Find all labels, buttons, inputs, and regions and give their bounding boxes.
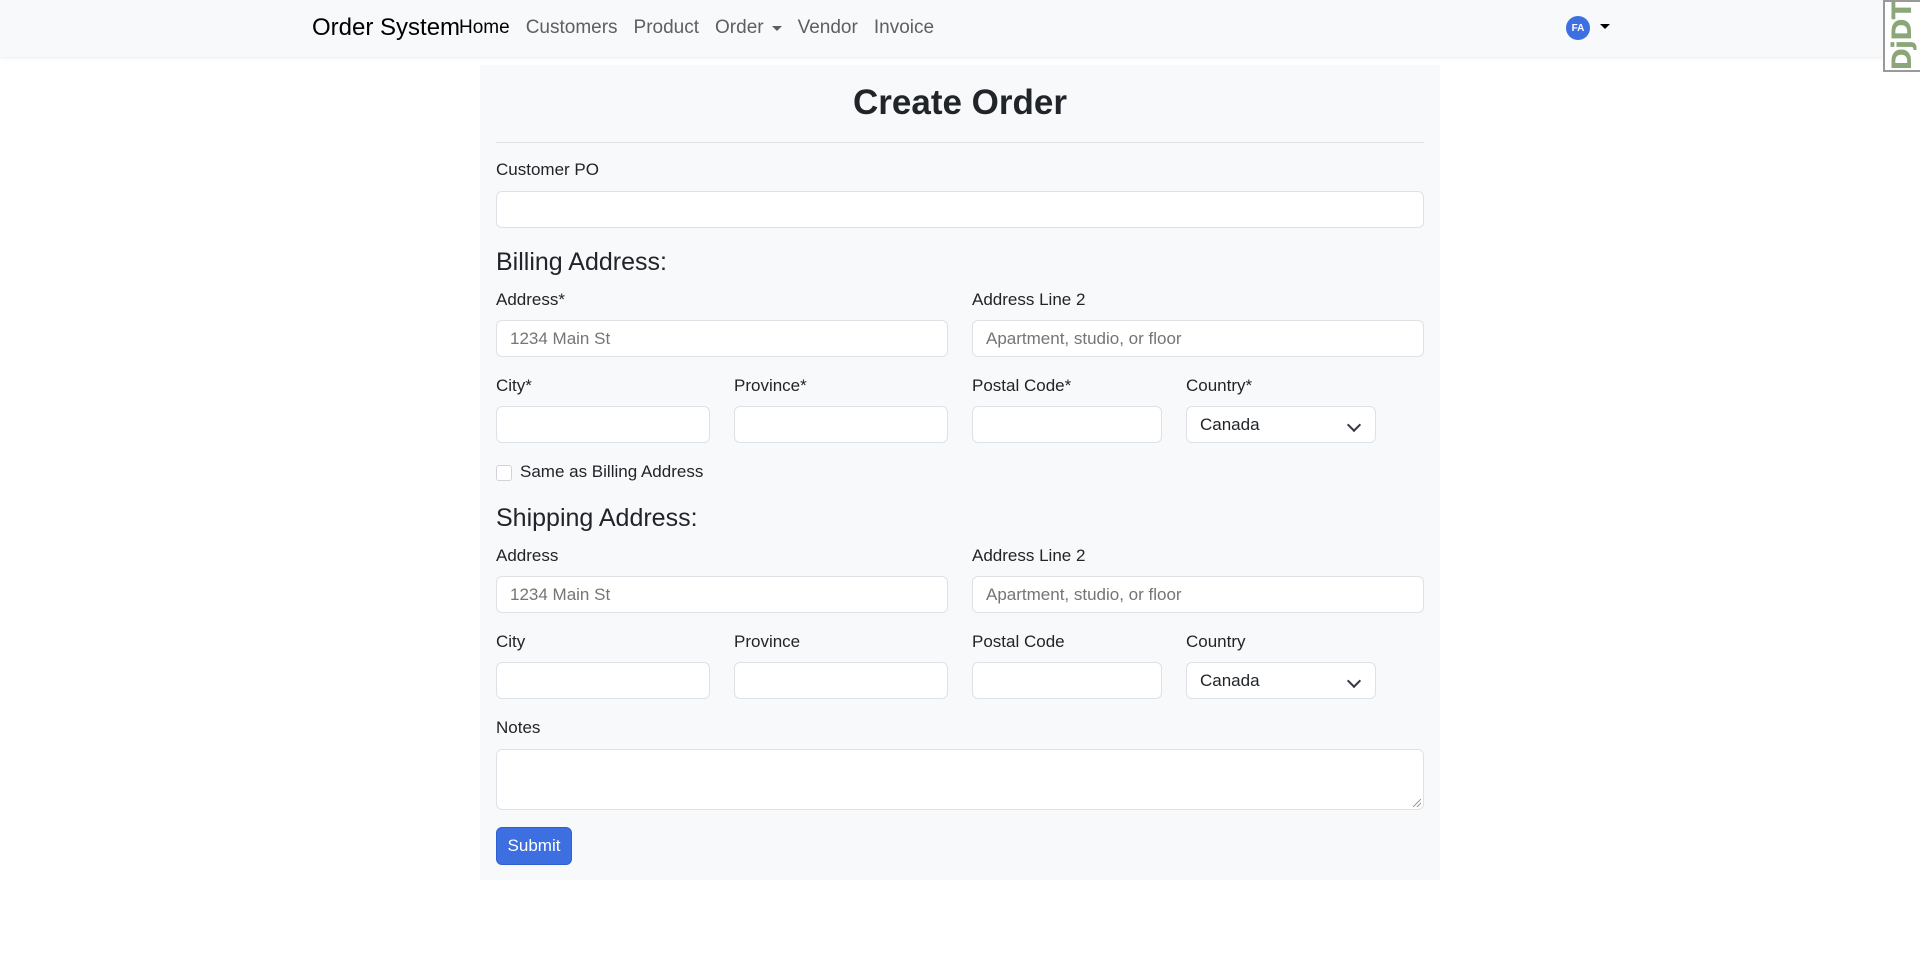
shipping-province-input[interactable] (734, 662, 948, 699)
billing-province-label: Province* (734, 376, 807, 395)
shipping-address2-input[interactable] (972, 576, 1424, 613)
customer-po-input[interactable] (496, 191, 1424, 228)
billing-city-label: City* (496, 376, 532, 395)
same-as-billing-label[interactable]: Same as Billing Address (520, 462, 703, 482)
submit-button[interactable]: Submit (496, 827, 572, 865)
billing-heading: Billing Address: (496, 248, 667, 276)
billing-city-input[interactable] (496, 406, 710, 443)
shipping-city-label: City (496, 632, 526, 651)
resize-handle-icon[interactable] (1413, 799, 1421, 807)
main-nav: Home Customers Product Order Vendor Invo… (459, 17, 950, 39)
caret-down-icon (771, 25, 782, 31)
shipping-postal-input[interactable] (972, 662, 1162, 699)
chevron-down-icon (1346, 417, 1362, 433)
chevron-down-icon (1346, 673, 1362, 689)
debug-toolbar-label: DjDT (1887, 1, 1918, 71)
customer-po-label: Customer PO (496, 160, 599, 179)
nav-home[interactable]: Home (459, 17, 510, 39)
page-title: Create Order (853, 83, 1067, 122)
billing-postal-input[interactable] (972, 406, 1162, 443)
notes-label: Notes (496, 718, 541, 737)
billing-province-input[interactable] (734, 406, 948, 443)
shipping-province-label: Province (734, 632, 801, 651)
nav-product[interactable]: Product (634, 17, 699, 39)
user-menu[interactable]: FA (1566, 16, 1610, 40)
caret-down-icon (1600, 23, 1610, 29)
navbar: Order System Home Customers Product Orde… (0, 0, 1920, 57)
shipping-country-label: Country (1186, 632, 1246, 651)
billing-country-value: Canada (1200, 415, 1260, 434)
shipping-address2-label: Address Line 2 (972, 546, 1086, 565)
billing-address2-label: Address Line 2 (972, 290, 1086, 309)
billing-address-input[interactable] (496, 320, 948, 357)
billing-country-select[interactable]: Canada (1186, 406, 1376, 443)
nav-order-label: Order (715, 17, 764, 38)
nav-vendor[interactable]: Vendor (798, 17, 858, 39)
billing-address-label: Address* (496, 290, 565, 309)
shipping-address-label: Address (496, 546, 559, 565)
brand-link[interactable]: Order System (312, 14, 460, 42)
nav-invoice[interactable]: Invoice (874, 17, 934, 39)
billing-address2-input[interactable] (972, 320, 1424, 357)
avatar: FA (1566, 16, 1590, 40)
shipping-city-input[interactable] (496, 662, 710, 699)
shipping-postal-label: Postal Code (972, 632, 1065, 651)
shipping-heading: Shipping Address: (496, 504, 698, 532)
notes-textarea[interactable] (496, 749, 1424, 810)
billing-country-label: Country* (1186, 376, 1253, 395)
divider (496, 142, 1424, 143)
billing-postal-label: Postal Code* (972, 376, 1072, 395)
nav-order-dropdown[interactable]: Order (715, 17, 782, 39)
debug-toolbar-handle[interactable]: DjDT (1883, 0, 1920, 72)
shipping-country-value: Canada (1200, 671, 1260, 690)
nav-customers[interactable]: Customers (526, 17, 618, 39)
shipping-country-select[interactable]: Canada (1186, 662, 1376, 699)
shipping-address-input[interactable] (496, 576, 948, 613)
same-as-billing-checkbox[interactable] (496, 465, 512, 481)
